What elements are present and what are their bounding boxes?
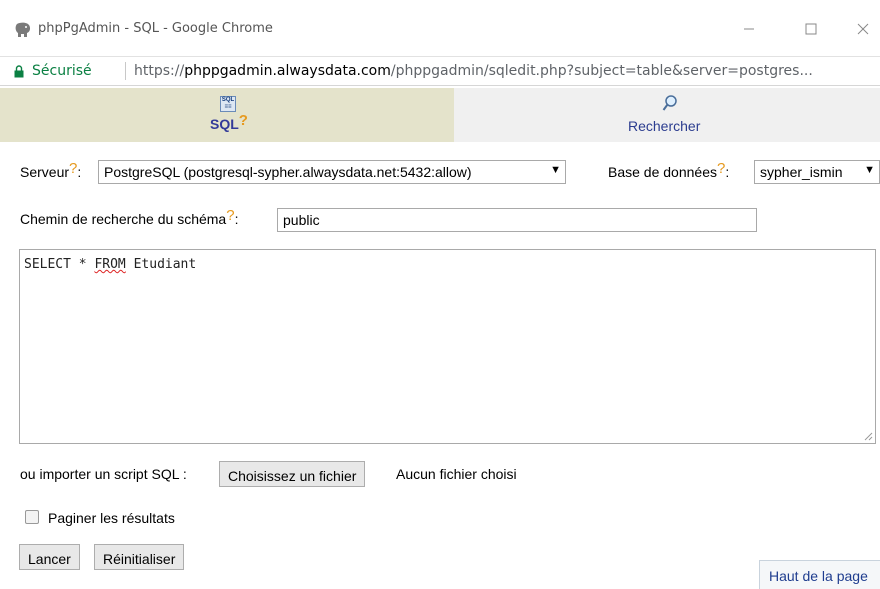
sql-text-from: FROM: [94, 257, 126, 272]
import-label: ou importer un script SQL :: [20, 466, 187, 482]
address-divider: [125, 62, 126, 80]
run-button[interactable]: Lancer: [19, 544, 80, 570]
url-path: /phppgadmin/sqledit.php?subject=table&se…: [390, 63, 813, 79]
tab-search[interactable]: Rechercher: [454, 88, 880, 142]
url-text[interactable]: https://phppgadmin.alwaysdata.com/phppga…: [134, 63, 813, 79]
schema-input[interactable]: public: [277, 208, 757, 232]
sql-text-select: SELECT *: [24, 257, 95, 272]
server-select[interactable]: PostgreSQL (postgresql-sypher.alwaysdata…: [98, 160, 566, 184]
window-title-bar: phpPgAdmin - SQL - Google Chrome: [0, 0, 880, 56]
schema-colon: :: [234, 211, 239, 227]
server-label: Serveur?:: [20, 160, 82, 181]
database-label: Base de données?:: [608, 160, 730, 181]
close-icon[interactable]: [848, 16, 878, 42]
database-select[interactable]: sypher_ismin ▼: [754, 160, 880, 184]
secure-label: Sécurisé: [32, 63, 92, 79]
sql-icon: SQL ≡≡: [220, 96, 236, 112]
server-colon: :: [77, 164, 82, 180]
url-domain: phppgadmin.alwaysdata.com: [184, 63, 391, 79]
sql-text-rest: Etudiant: [125, 257, 197, 272]
lock-icon: [14, 65, 24, 78]
minimize-icon[interactable]: [734, 16, 764, 42]
schema-label-text: Chemin de recherche du schéma: [20, 211, 227, 227]
maximize-icon[interactable]: [796, 16, 826, 42]
database-select-value: sypher_ismin: [760, 164, 843, 180]
url-scheme: https://: [134, 63, 185, 79]
tab-sql-text: SQL: [210, 116, 239, 132]
database-label-text: Base de données: [608, 164, 717, 180]
database-help-icon[interactable]: ?: [717, 160, 725, 177]
server-select-value: PostgreSQL (postgresql-sypher.alwaysdata…: [104, 164, 472, 180]
server-help-icon[interactable]: ?: [69, 160, 77, 177]
tab-search-label[interactable]: Rechercher: [628, 118, 700, 134]
elephant-icon: [15, 22, 31, 37]
paginate-checkbox[interactable]: [25, 510, 39, 524]
choose-file-button[interactable]: Choisissez un fichier: [219, 461, 366, 487]
schema-label: Chemin de recherche du schéma?:: [20, 207, 239, 228]
chevron-down-icon: ▼: [550, 164, 561, 176]
server-label-text: Serveur: [20, 164, 70, 180]
paginate-label[interactable]: Paginer les résultats: [48, 510, 175, 526]
address-bar[interactable]: Sécurisé https://phppgadmin.alwaysdata.c…: [0, 56, 880, 86]
search-icon: [662, 95, 677, 111]
schema-help-icon[interactable]: ?: [226, 207, 234, 224]
sql-query-textarea[interactable]: SELECT * FROM Etudiant: [19, 249, 876, 444]
file-status: Aucun fichier choisi: [396, 466, 517, 482]
top-navigation: SQL ≡≡ SQL? Rechercher: [0, 88, 880, 142]
window-title: phpPgAdmin - SQL - Google Chrome: [38, 21, 273, 36]
tab-sql-label[interactable]: SQL?: [210, 112, 248, 133]
back-to-top-link[interactable]: Haut de la page: [759, 560, 880, 589]
chevron-down-icon: ▼: [864, 164, 875, 176]
tab-sql[interactable]: SQL ≡≡ SQL?: [0, 88, 454, 142]
resize-grip-icon[interactable]: [863, 431, 873, 441]
sql-help-icon[interactable]: ?: [239, 112, 248, 129]
database-colon: :: [725, 164, 730, 180]
reset-button[interactable]: Réinitialiser: [94, 544, 185, 570]
